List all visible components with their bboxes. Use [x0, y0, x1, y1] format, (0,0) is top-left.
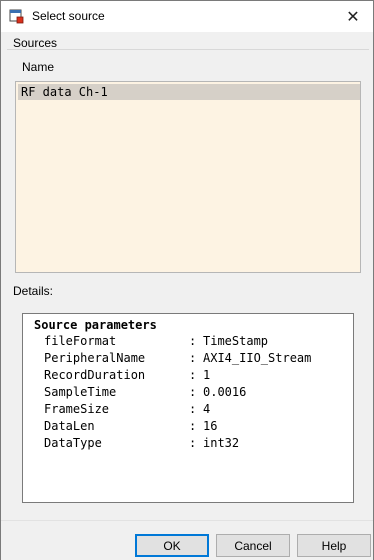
- param-row-framesize: FrameSize : 4: [44, 401, 210, 418]
- param-key: FrameSize: [44, 402, 110, 416]
- param-separator: :: [189, 436, 197, 450]
- param-value: int32: [203, 436, 240, 450]
- param-row-sampletime: SampleTime : 0.0016: [44, 384, 246, 401]
- param-key: RecordDuration: [44, 368, 146, 382]
- param-key: SampleTime: [44, 385, 117, 399]
- param-row-datatype: DataType : int32: [44, 435, 239, 452]
- param-row-recordduration: RecordDuration : 1: [44, 367, 210, 384]
- title-bar: Select source ✕: [1, 1, 373, 32]
- param-key: fileFormat: [44, 334, 117, 348]
- param-key: DataType: [44, 436, 102, 450]
- close-button[interactable]: ✕: [333, 1, 373, 32]
- select-source-dialog: Select source ✕ Sources Name RF data Ch-…: [0, 0, 374, 560]
- param-separator: :: [189, 351, 197, 365]
- param-separator: :: [189, 368, 197, 382]
- ok-button[interactable]: OK: [135, 534, 209, 557]
- param-row-peripheralname: PeripheralName : AXI4_IIO_Stream: [44, 350, 311, 367]
- name-column-header: Name: [22, 60, 55, 74]
- param-row-datalen: DataLen : 16: [44, 418, 217, 435]
- sources-group-divider: [7, 49, 369, 50]
- source-list-item[interactable]: RF data Ch-1: [18, 84, 360, 100]
- param-value: 0.0016: [203, 385, 247, 399]
- button-bar: OK Cancel Help: [1, 520, 373, 560]
- param-separator: :: [189, 419, 197, 433]
- source-parameters-heading: Source parameters: [34, 318, 157, 332]
- param-key: PeripheralName: [44, 351, 146, 365]
- param-value: 1: [203, 368, 211, 382]
- sources-section-label: Sources: [13, 36, 58, 50]
- matlab-simulink-icon: [9, 9, 24, 24]
- cancel-button[interactable]: Cancel: [216, 534, 290, 557]
- param-value: TimeStamp: [203, 334, 269, 348]
- param-separator: :: [189, 385, 197, 399]
- help-button[interactable]: Help: [297, 534, 371, 557]
- close-icon: ✕: [346, 8, 360, 26]
- param-separator: :: [189, 402, 197, 416]
- details-section-label: Details:: [13, 284, 54, 298]
- param-separator: :: [189, 334, 197, 348]
- param-key: DataLen: [44, 419, 95, 433]
- sources-list[interactable]: RF data Ch-1: [15, 81, 361, 273]
- param-value: 4: [203, 402, 211, 416]
- param-value: 16: [203, 419, 218, 433]
- param-row-fileformat: fileFormat : TimeStamp: [44, 333, 268, 350]
- details-panel: Source parameters fileFormat : TimeStamp…: [22, 313, 354, 503]
- window-title: Select source: [32, 9, 105, 23]
- param-value: AXI4_IIO_Stream: [203, 351, 312, 365]
